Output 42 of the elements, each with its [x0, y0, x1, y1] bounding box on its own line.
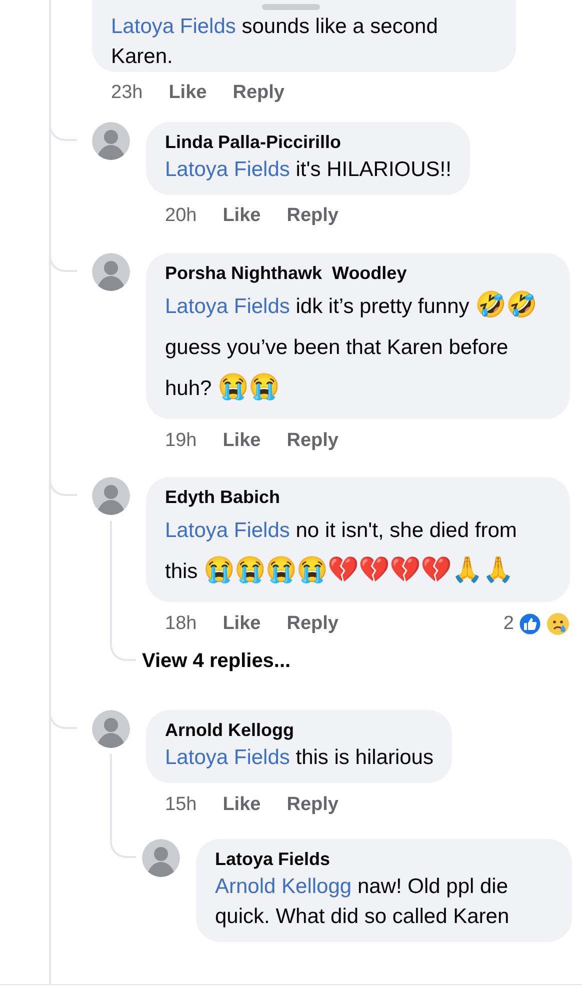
avatar-icon — [92, 252, 130, 291]
mention-link[interactable]: Latoya Fields — [165, 158, 290, 181]
timestamp: 23h — [111, 81, 143, 106]
view-replies-link[interactable]: View 4 replies... — [142, 642, 291, 680]
author-name[interactable]: Edyth Babich — [165, 484, 551, 510]
action-link[interactable]: Like — [222, 610, 261, 638]
sheet-handle[interactable] — [262, 4, 320, 10]
like-icon[interactable] — [518, 612, 542, 636]
action-link[interactable]: Like — [222, 202, 261, 231]
comment-text: Arnold Kellogg naw! Old ppl die quick. What did so called Karen — [215, 874, 510, 930]
mention-link[interactable]: Arnold Kellogg — [215, 875, 352, 898]
comment-text: Latoya Fields this is hilarious — [165, 745, 434, 772]
reaction-count[interactable]: 2 — [503, 610, 514, 638]
avatar-icon — [142, 839, 180, 877]
timestamp: 19h — [165, 428, 197, 453]
avatar-icon — [92, 476, 130, 515]
action-link[interactable]: Like — [168, 79, 207, 108]
comment-text: Latoya Fields it's HILARIOUS!! — [165, 156, 452, 183]
sad-face-icon[interactable] — [546, 612, 570, 636]
action-link[interactable]: Reply — [286, 610, 338, 638]
mention-link[interactable]: Latoya Fields — [165, 519, 290, 542]
comment-text: Latoya Fields no it isn't, she died from this 😭😭😭😭💔💔💔💔🙏🙏 — [165, 518, 518, 586]
timestamp: 20h — [165, 204, 197, 228]
action-link[interactable]: Like — [222, 790, 261, 820]
action-link[interactable]: Like — [222, 426, 261, 456]
action-link[interactable]: Reply — [286, 426, 338, 456]
avatar-icon — [92, 710, 130, 748]
author-name[interactable]: Linda Palla-Piccirillo — [165, 130, 452, 155]
mention-link[interactable]: Latoya Fields — [165, 746, 290, 770]
action-link[interactable]: Reply — [286, 202, 338, 231]
timestamp: 18h — [165, 612, 197, 636]
comment-text: Latoya Fields idk it’s pretty funny 🤣🤣 guess you’ve been that Karen before huh? 😭😭 — [165, 290, 538, 403]
timestamp: 15h — [165, 792, 197, 817]
comment-text: Latoya Fields sounds like a second Karen. — [111, 14, 439, 70]
author-name[interactable]: Latoya Fields — [215, 847, 553, 872]
author-name[interactable]: Porsha Nighthawk Woodley — [165, 260, 551, 286]
mention-link[interactable]: Latoya Fields — [111, 15, 236, 38]
author-name[interactable]: Arnold Kellogg — [165, 718, 434, 744]
action-link[interactable]: Reply — [286, 790, 338, 820]
mention-link[interactable]: Latoya Fields — [165, 294, 290, 318]
action-link[interactable]: Reply — [232, 79, 284, 108]
avatar-icon — [92, 122, 130, 160]
